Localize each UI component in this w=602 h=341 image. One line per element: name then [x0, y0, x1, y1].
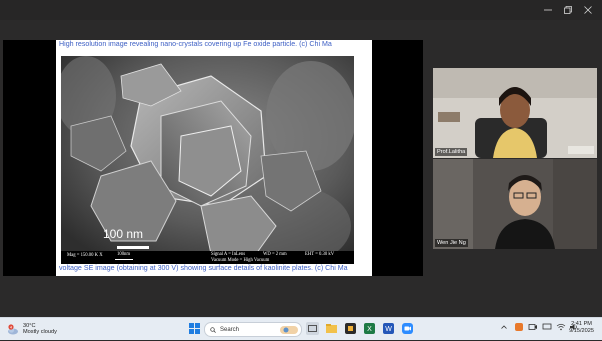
- display-icon[interactable]: [542, 322, 552, 332]
- sem-magnification: Mag = 150.00 K X: [67, 253, 103, 258]
- search-placeholder: Search: [220, 326, 240, 333]
- system-tray: [500, 322, 579, 332]
- tray-app-icon[interactable]: [514, 322, 524, 332]
- participant-name-1: Prof.Lalitha: [435, 148, 468, 156]
- taskbar-search[interactable]: Search: [204, 322, 302, 337]
- zoom-icon[interactable]: [401, 322, 414, 335]
- sem-mini-scale-bar: [115, 259, 133, 260]
- file-explorer-icon[interactable]: [325, 322, 338, 335]
- app-icon[interactable]: [344, 322, 357, 335]
- word-icon[interactable]: W: [382, 322, 395, 335]
- weather-desc: Mostly cloudy: [23, 329, 57, 335]
- search-icon: [210, 326, 216, 333]
- presentation-slide: High resolution image revealing nano-cry…: [56, 40, 372, 276]
- scale-bar: [117, 246, 149, 249]
- participant-video-1: [433, 68, 597, 158]
- svg-text:W: W: [385, 326, 392, 333]
- sem-signal: Signal A = InLens: [211, 252, 246, 257]
- slide-caption-bottom: voltage SE image (obtaining at 300 V) sh…: [59, 264, 348, 272]
- excel-icon[interactable]: X: [363, 322, 376, 335]
- participant-name-2: Wen Jie Ng: [435, 239, 468, 247]
- svg-text:X: X: [367, 326, 372, 333]
- chevron-up-icon[interactable]: [500, 323, 508, 331]
- sem-eht: EHT = 0.30 kV: [305, 252, 335, 257]
- participant-tile-1[interactable]: Prof.Lalitha: [433, 68, 597, 158]
- task-view-icon[interactable]: [306, 322, 319, 335]
- start-icon[interactable]: [188, 322, 201, 335]
- minimize-icon[interactable]: [538, 0, 558, 20]
- close-icon[interactable]: [578, 0, 598, 20]
- taskbar: 4 30°C Mostly cloudy Search X W 2:41 PM …: [0, 317, 602, 340]
- clock-time: 2:41 PM: [571, 321, 592, 327]
- participant-video-2: [433, 159, 597, 249]
- cloud-icon: 4: [7, 323, 19, 335]
- weather-widget[interactable]: 4 30°C Mostly cloudy: [7, 321, 57, 337]
- window-controls: [538, 0, 598, 20]
- slide-caption-top: High resolution image revealing nano-cry…: [59, 40, 332, 48]
- meet-icon[interactable]: [528, 322, 538, 332]
- participant-tile-2[interactable]: Wen Jie Ng: [433, 159, 597, 249]
- shared-screen: High resolution image revealing nano-cry…: [3, 40, 423, 276]
- sem-micrograph: 100 nm Mag = 150.00 K X 100nm Signal A =…: [61, 56, 354, 264]
- scale-bar-label: 100 nm: [103, 227, 144, 241]
- system-clock[interactable]: 2:41 PM 9/15/2025: [569, 321, 594, 335]
- restore-icon[interactable]: [558, 0, 578, 20]
- sem-mini-scale-label: 100nm: [117, 252, 131, 257]
- window-titlebar: [0, 0, 602, 20]
- sem-wd: WD = 2 mm: [263, 252, 287, 257]
- wifi-icon[interactable]: [556, 322, 566, 332]
- sem-vacuum: Vacuum Mode = High Vacuum: [211, 258, 270, 263]
- sem-info-bar: Mag = 150.00 K X 100nm Signal A = InLens…: [61, 251, 354, 264]
- search-highlight-icon: [280, 325, 298, 334]
- clock-date: 9/15/2025: [569, 328, 594, 334]
